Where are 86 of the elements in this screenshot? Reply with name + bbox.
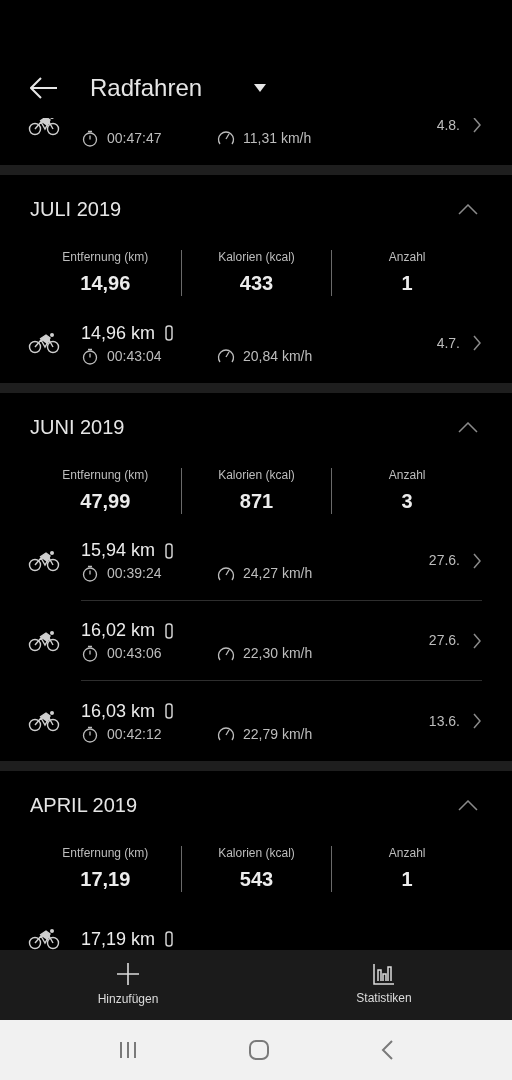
date-text: 27.6. xyxy=(428,631,460,650)
page-title[interactable]: Radfahren xyxy=(90,70,203,106)
chevron-right-icon xyxy=(472,335,482,351)
stopwatch-icon xyxy=(82,565,98,582)
stat-value: 1 xyxy=(401,867,413,892)
stopwatch-icon xyxy=(82,725,98,743)
duration-text: 00:47:47 xyxy=(107,128,162,148)
stat-value: 3 xyxy=(401,489,413,514)
activity-row[interactable]: 15,94 km 00:39:24 24,27 km/h 27.6. xyxy=(0,521,512,601)
back-arrow-icon[interactable] xyxy=(30,77,58,99)
chevron-right-icon xyxy=(472,118,482,133)
stat-value: 47,99 xyxy=(80,489,131,514)
speedometer-icon xyxy=(217,645,235,662)
speedometer-icon xyxy=(217,565,235,582)
recent-apps-icon[interactable] xyxy=(119,1041,137,1059)
stat-label: Entfernung (km) xyxy=(62,468,149,482)
distance-text: 16,02 km xyxy=(81,619,156,642)
chevron-up-icon[interactable] xyxy=(458,799,478,811)
chevron-up-icon[interactable] xyxy=(458,421,478,433)
date-text: 4.8. xyxy=(436,118,460,135)
cyclist-icon xyxy=(28,332,60,354)
home-icon[interactable] xyxy=(249,1040,269,1060)
activity-row[interactable]: 16,02 km 00:43:06 22,30 km/h 27.6. xyxy=(0,601,512,681)
stat-value: 543 xyxy=(239,867,274,892)
stat-value: 871 xyxy=(239,489,274,514)
date-text: 27.6. xyxy=(428,551,460,570)
stat-value: 433 xyxy=(239,271,274,296)
speed-text: 22,30 km/h xyxy=(243,644,313,663)
cyclist-icon xyxy=(28,550,60,572)
activity-row[interactable]: 17,19 km xyxy=(0,899,512,950)
speedometer-icon xyxy=(217,348,235,364)
stopwatch-icon xyxy=(82,129,98,147)
stat-label: Anzahl xyxy=(388,250,426,264)
speedometer-icon xyxy=(217,130,235,146)
month-title: JULI 2019 xyxy=(30,197,122,222)
back-icon[interactable] xyxy=(381,1040,393,1060)
distance-text: 14,96 km xyxy=(81,321,156,345)
distance-text: 15,94 km xyxy=(81,539,156,562)
speed-text: 22,79 km/h xyxy=(243,724,313,744)
watch-icon xyxy=(165,703,174,719)
stat-label: Entfernung (km) xyxy=(62,250,149,264)
stat-label: Anzahl xyxy=(388,468,426,482)
duration-text: 00:43:04 xyxy=(107,346,162,366)
speed-text: 20,84 km/h xyxy=(243,346,313,366)
duration-text: 00:42:12 xyxy=(107,724,162,744)
bar-chart-icon xyxy=(373,963,395,985)
bottom-bar-button[interactable]: Statistiken xyxy=(256,950,512,1020)
speedometer-icon xyxy=(217,726,235,742)
month-title: APRIL 2019 xyxy=(30,793,138,818)
bottom-bar-button[interactable]: Hinzufügen xyxy=(0,950,256,1020)
duration-text: 00:39:24 xyxy=(107,564,162,583)
chevron-up-icon[interactable] xyxy=(458,203,478,215)
chevron-right-icon xyxy=(472,713,482,729)
date-text: 13.6. xyxy=(428,711,460,731)
stat-value: 1 xyxy=(401,271,413,296)
watch-icon xyxy=(165,931,174,947)
activity-row[interactable]: 16,03 km 00:42:12 22,79 km/h 13.6. xyxy=(0,681,512,761)
watch-icon xyxy=(165,542,174,559)
date-text: 4.7. xyxy=(436,333,460,353)
stat-label: Kalorien (kcal) xyxy=(218,846,295,860)
plus-icon xyxy=(116,962,140,986)
distance-text: 17,19 km xyxy=(81,927,156,950)
cyclist-icon xyxy=(28,118,60,136)
duration-text: 00:43:06 xyxy=(107,644,162,663)
stat-label: Kalorien (kcal) xyxy=(218,250,295,264)
cyclist-icon xyxy=(28,710,60,732)
stat-value: 17,19 xyxy=(80,867,131,892)
chevron-right-icon xyxy=(472,632,482,649)
dropdown-caret-icon[interactable] xyxy=(254,84,267,92)
speed-text: 24,27 km/h xyxy=(243,564,313,583)
distance-text: 16,03 km xyxy=(81,699,156,723)
speed-text: 11,31 km/h xyxy=(243,128,312,148)
activity-row[interactable]: 00:47:47 11,31 km/h 4.8. xyxy=(0,118,512,165)
stopwatch-icon xyxy=(82,645,98,662)
watch-icon xyxy=(165,325,174,341)
month-title: JUNI 2019 xyxy=(30,415,125,440)
stat-label: Anzahl xyxy=(388,846,426,860)
activity-row[interactable]: 14,96 km 00:43:04 20,84 km/h 4.7. xyxy=(0,303,512,383)
stopwatch-icon xyxy=(82,347,98,365)
stat-label: Kalorien (kcal) xyxy=(218,468,295,482)
watch-icon xyxy=(165,622,174,639)
cyclist-icon xyxy=(28,630,60,652)
cyclist-icon xyxy=(28,928,60,950)
stat-value: 14,96 xyxy=(80,271,131,296)
stat-label: Entfernung (km) xyxy=(62,846,149,860)
chevron-right-icon xyxy=(472,552,482,569)
